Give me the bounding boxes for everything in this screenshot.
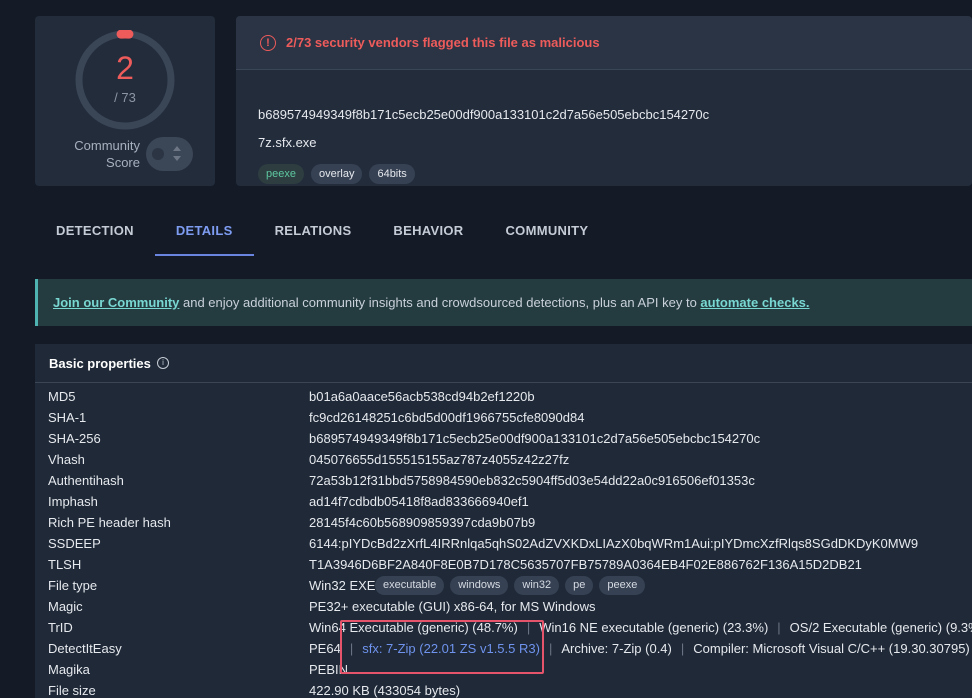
property-key: SSDEEP xyxy=(48,536,101,551)
trid-entry: OS/2 Executable (generic) (9.3%) xyxy=(789,620,972,635)
property-key: File type xyxy=(48,578,98,593)
info-circle-icon[interactable]: i xyxy=(157,357,169,369)
trid-values: Win64 Executable (generic) (48.7%) | Win16… xyxy=(309,620,972,635)
detection-score-card: 2 / 73 Community Score xyxy=(35,16,215,186)
detectiteasy-entry: Archive: 7-Zip (0.4) xyxy=(561,641,672,656)
property-value[interactable]: ad14f7cdbdb05418f8ad833666940ef1 xyxy=(309,494,529,509)
community-score-label: Community Score xyxy=(74,138,140,170)
file-summary-card: ! 2/73 security vendors flagged this fil… xyxy=(236,16,972,186)
file-type-chips: executable windows win32 pe peexe xyxy=(375,576,646,595)
property-row-md5: MD5 b01a6a0aace56acb538cd94b2ef1220b xyxy=(35,387,972,408)
community-score-vote-control[interactable] xyxy=(146,137,193,171)
property-row-detectiteasy: DetectItEasy PE64 | sfx: 7-Zip (22.01 ZS v… xyxy=(35,639,972,660)
tab-behavior[interactable]: BEHAVIOR xyxy=(372,212,484,256)
banner-middle-text: and enjoy additional community insights … xyxy=(179,295,701,310)
tag-64bits[interactable]: 64bits xyxy=(369,164,415,184)
downvote-icon[interactable] xyxy=(173,156,181,161)
property-row-tlsh: TLSH T1A3946D6BF2A840F8E0B7D178C5635707F… xyxy=(35,555,972,576)
automate-checks-link[interactable]: automate checks. xyxy=(700,295,809,310)
property-key: Imphash xyxy=(48,494,98,509)
property-value[interactable]: b01a6a0aace56acb538cd94b2ef1220b xyxy=(309,389,535,404)
tab-community[interactable]: COMMUNITY xyxy=(484,212,609,256)
property-key: Authentihash xyxy=(48,473,124,488)
trid-entry: Win64 Executable (generic) (48.7%) xyxy=(309,620,518,635)
property-row-trid: TrID Win64 Executable (generic) (48.7%) |… xyxy=(35,618,972,639)
property-row-file-size: File size 422.90 KB (433054 bytes) xyxy=(35,681,972,698)
property-row-vhash: Vhash 045076655d155515155az787z4055z42z2… xyxy=(35,450,972,471)
detectiteasy-entry: Compiler: Microsoft Visual C/C++ (19.30.… xyxy=(693,641,972,656)
file-name: 7z.sfx.exe xyxy=(258,135,317,150)
chip-windows[interactable]: windows xyxy=(450,576,509,595)
report-tabs: DETECTION DETAILS RELATIONS BEHAVIOR COM… xyxy=(35,212,609,256)
property-key: SHA-256 xyxy=(48,431,101,446)
property-row-sha256: SHA-256 b689574949349f8b171c5ecb25e00df9… xyxy=(35,429,972,450)
property-row-ssdeep: SSDEEP 6144:pIYDcBd2zXrfL4IRRnlqa5qhS02A… xyxy=(35,534,972,555)
basic-properties-section: Basic properties i MD5 b01a6a0aace56acb5… xyxy=(35,344,972,698)
alert-text: 2/73 security vendors flagged this file … xyxy=(286,35,600,50)
property-value[interactable]: 28145f4c60b568909859397cda9b07b9 xyxy=(309,515,535,530)
join-community-link[interactable]: Join our Community xyxy=(53,295,179,310)
trid-entry: Win16 NE executable (generic) (23.3%) xyxy=(539,620,769,635)
property-value: PE32+ executable (GUI) x86-64, for MS Wi… xyxy=(309,599,596,614)
chip-win32[interactable]: win32 xyxy=(514,576,560,595)
detectiteasy-prefix: PE64 xyxy=(309,641,341,656)
chip-pe[interactable]: pe xyxy=(565,576,594,595)
chip-executable[interactable]: executable xyxy=(375,576,445,595)
property-row-file-type: File type Win32 EXE executable windows w… xyxy=(35,576,972,597)
tag-peexe[interactable]: peexe xyxy=(258,164,304,184)
property-value[interactable]: T1A3946D6BF2A840F8E0B7D178C5635707FB7578… xyxy=(309,557,862,572)
property-key: DetectItEasy xyxy=(48,641,122,656)
property-key: SHA-1 xyxy=(48,410,87,425)
property-row-magic: Magic PE32+ executable (GUI) x86-64, for… xyxy=(35,597,972,618)
property-key: TLSH xyxy=(48,557,82,572)
tab-detection[interactable]: DETECTION xyxy=(35,212,155,256)
property-value[interactable]: b689574949349f8b171c5ecb25e00df900a13310… xyxy=(309,431,760,446)
chip-peexe[interactable]: peexe xyxy=(599,576,646,595)
tab-details[interactable]: DETAILS xyxy=(154,212,254,256)
property-value: Win32 EXE xyxy=(309,578,376,593)
property-key: MD5 xyxy=(48,389,76,404)
property-value[interactable]: fc9cd26148251c6bd5d00df1966755cfe8090d84 xyxy=(309,410,584,425)
property-value[interactable]: 6144:pIYDcBd2zXrfL4IRRnlqa5qhS02AdZVXKDx… xyxy=(309,536,918,551)
tag-overlay[interactable]: overlay xyxy=(310,164,363,184)
property-value[interactable]: 72a53b12f31bbd5758984590eb832c5904ff5d03… xyxy=(309,473,755,488)
detection-total: / 73 xyxy=(114,90,136,105)
property-key: TrID xyxy=(48,620,73,635)
property-key: Vhash xyxy=(48,452,85,467)
property-row-rich-pe-header-hash: Rich PE header hash 28145f4c60b568909859… xyxy=(35,513,972,534)
detectiteasy-entry-sfx[interactable]: sfx: 7-Zip (22.01 ZS v1.5.5 R3) xyxy=(362,641,540,656)
detectiteasy-values: PE64 | sfx: 7-Zip (22.01 ZS v1.5.5 R3) | Arc… xyxy=(309,641,972,656)
community-banner: Join our Community and enjoy additional … xyxy=(35,279,972,326)
property-key: Rich PE header hash xyxy=(48,515,171,530)
detection-count: 2 xyxy=(116,50,134,86)
property-row-magika: Magika PEBIN xyxy=(35,660,972,681)
property-row-sha1: SHA-1 fc9cd26148251c6bd5d00df1966755cfe8… xyxy=(35,408,972,429)
exclamation-circle-icon: ! xyxy=(260,35,276,51)
file-hash[interactable]: b689574949349f8b171c5ecb25e00df900a13310… xyxy=(258,107,709,122)
tab-relations[interactable]: RELATIONS xyxy=(254,212,373,256)
banner-text: Join our Community and enjoy additional … xyxy=(53,295,810,310)
property-value[interactable]: 045076655d155515155az787z4055z42z27fz xyxy=(309,452,569,467)
property-value: 422.90 KB (433054 bytes) xyxy=(309,683,461,698)
file-tags: peexe overlay 64bits xyxy=(258,164,415,184)
property-row-imphash: Imphash ad14f7cdbdb05418f8ad833666940ef1 xyxy=(35,492,972,513)
property-value: PEBIN xyxy=(309,662,349,677)
basic-properties-header: Basic properties i xyxy=(35,344,972,383)
property-row-authentihash: Authentihash 72a53b12f31bbd5758984590eb8… xyxy=(35,471,972,492)
property-key: File size xyxy=(48,683,96,698)
basic-properties-title: Basic properties xyxy=(49,356,151,371)
vote-indicator xyxy=(152,148,164,160)
upvote-icon[interactable] xyxy=(173,146,181,151)
malicious-alert: ! 2/73 security vendors flagged this fil… xyxy=(236,16,972,70)
property-key: Magic xyxy=(48,599,83,614)
property-key: Magika xyxy=(48,662,90,677)
